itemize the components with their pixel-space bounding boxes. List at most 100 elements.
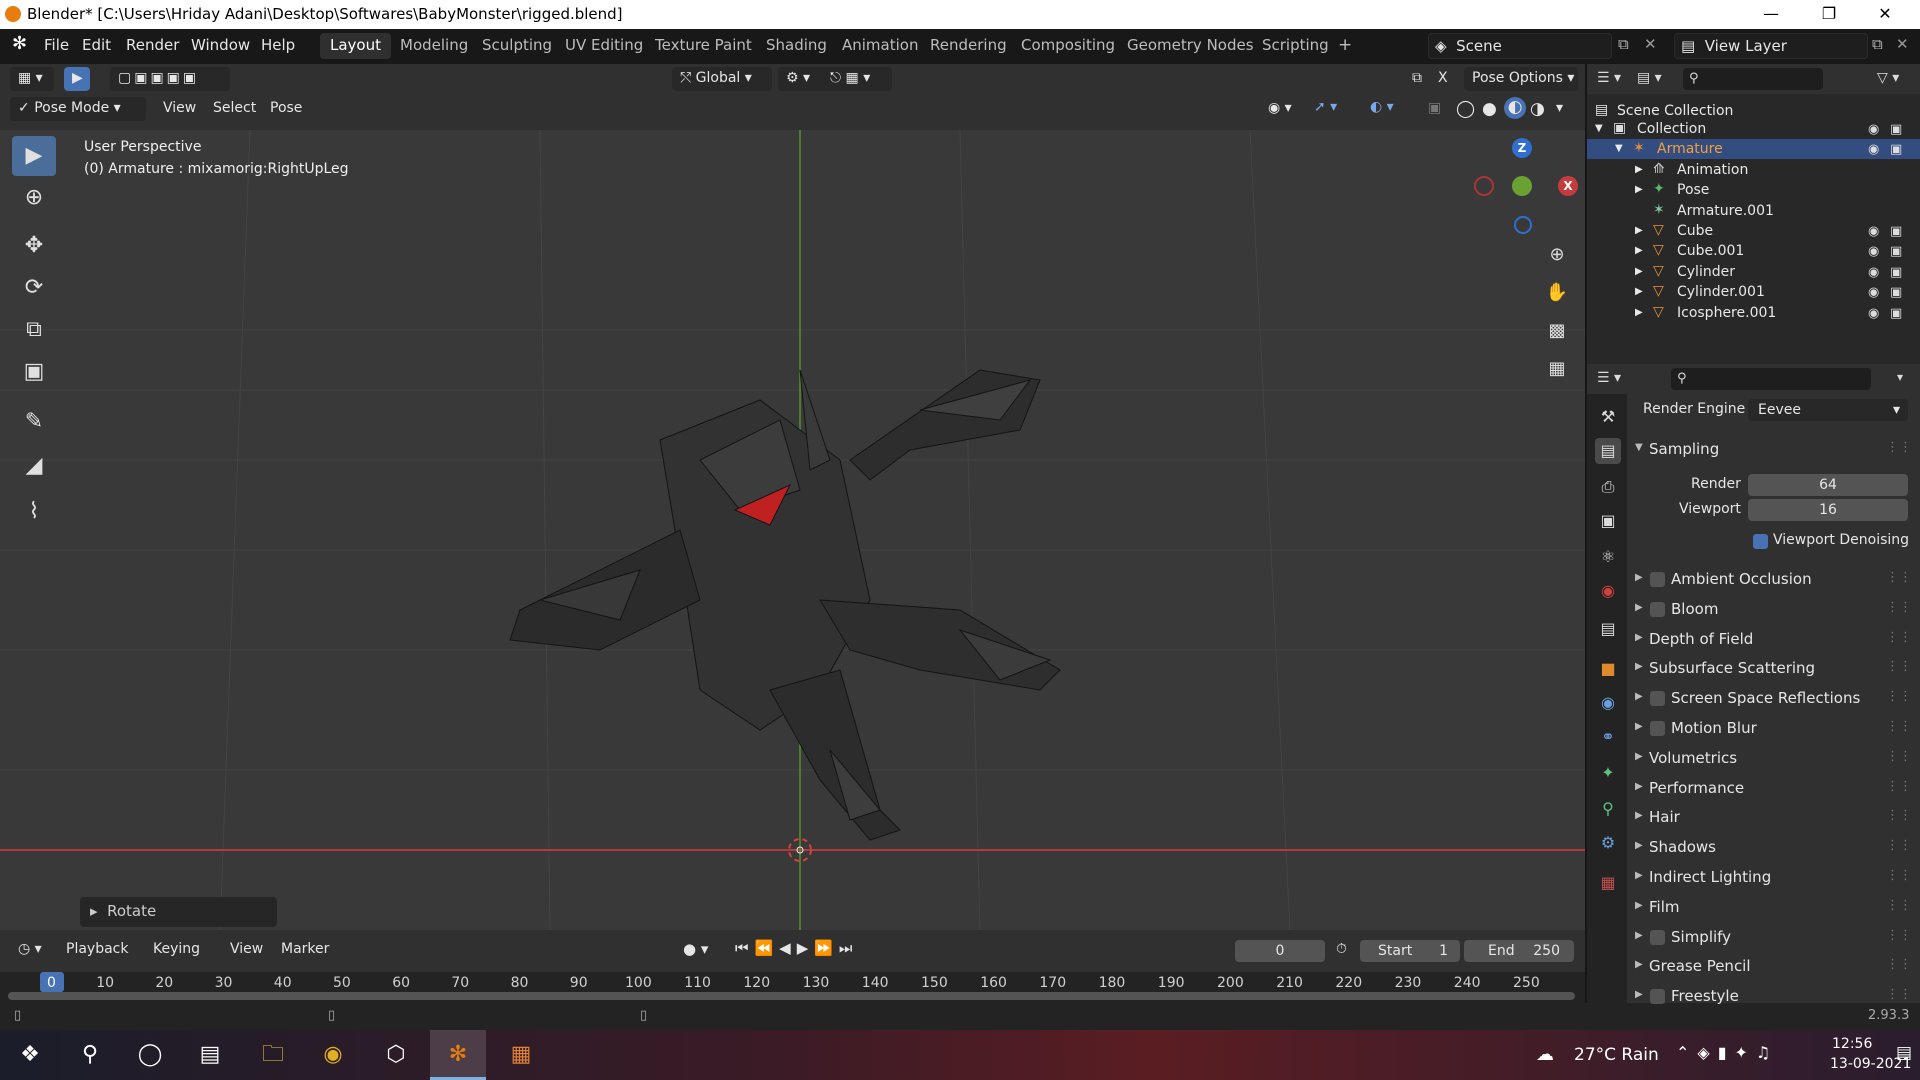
ortho-grid-icon[interactable]: ▦ xyxy=(1540,352,1574,386)
expand-toggle-icon[interactable]: ▼ xyxy=(1595,123,1603,134)
scale-tool-icon[interactable]: ⧉ xyxy=(12,310,56,350)
tab-animation[interactable]: Animation xyxy=(832,33,928,59)
unity-icon[interactable]: ⬡ xyxy=(368,1030,424,1080)
notifications-icon[interactable]: ▤ xyxy=(1896,1043,1912,1063)
menu-select[interactable]: Select xyxy=(213,100,256,116)
add-workspace-icon[interactable]: + xyxy=(1332,33,1358,59)
drag-handle-icon[interactable]: ⋮⋮ xyxy=(1886,808,1912,823)
render-camera-icon[interactable]: ▣ xyxy=(1890,224,1902,239)
visibility-eye-icon[interactable]: ◉ xyxy=(1868,244,1879,259)
render-camera-icon[interactable]: ▣ xyxy=(1890,306,1902,321)
panel-grease-pencil[interactable]: ▶ Grease Pencil ⋮⋮ xyxy=(1627,953,1920,981)
cortana-icon[interactable]: ◯ xyxy=(122,1030,178,1080)
visibility-eye-icon[interactable]: ◉ xyxy=(1868,142,1879,157)
blender-taskbar-icon[interactable]: ✻ xyxy=(430,1030,486,1080)
navigation-gizmo[interactable]: Z X xyxy=(1470,130,1580,240)
drag-handle-icon[interactable]: ⋮⋮ xyxy=(1886,898,1912,913)
output-tab-icon[interactable]: ⎙ xyxy=(1595,474,1621,500)
drag-handle-icon[interactable]: ⋮⋮ xyxy=(1886,868,1912,883)
shading-options-icon[interactable]: ▾ xyxy=(1556,100,1563,116)
visibility-eye-icon[interactable]: ◉ xyxy=(1868,285,1879,300)
move-tool-icon[interactable]: ✥ xyxy=(12,226,56,266)
panel-enable-checkbox[interactable] xyxy=(1650,989,1665,1005)
tray-icons[interactable]: ⌃◈▮✦♫ xyxy=(1676,1043,1778,1062)
visibility-icon[interactable]: ◉ ▾ xyxy=(1268,100,1292,116)
gizmo-neg-z[interactable] xyxy=(1514,216,1532,234)
properties-editor-type-icon[interactable]: ☰ ▾ xyxy=(1597,370,1621,386)
panel-motion-blur[interactable]: ▶ Motion Blur ⋮⋮ xyxy=(1627,715,1920,743)
visibility-eye-icon[interactable]: ◉ xyxy=(1868,224,1879,239)
blender-menu-icon[interactable]: ✻ xyxy=(12,33,27,54)
delete-view-layer-icon[interactable]: ✕ xyxy=(1896,35,1909,53)
visibility-eye-icon[interactable]: ◉ xyxy=(1868,265,1879,280)
render-camera-icon[interactable]: ▣ xyxy=(1890,244,1902,259)
measure-tool-icon[interactable]: ◢ xyxy=(12,446,56,486)
xray-icon[interactable]: ▣ xyxy=(1428,100,1441,116)
gizmo-y-axis[interactable] xyxy=(1512,176,1532,196)
drag-handle-icon[interactable]: ⋮⋮ xyxy=(1886,630,1912,645)
stopwatch-icon[interactable]: ⏱ xyxy=(1336,941,1347,957)
collection-tab-icon[interactable]: ▤ xyxy=(1595,616,1621,642)
select-mode-icons[interactable]: ▢▣▣▣▣ xyxy=(110,67,230,91)
panel-enable-checkbox[interactable] xyxy=(1650,721,1665,736)
panel-enable-checkbox[interactable] xyxy=(1650,601,1665,617)
tab-modeling[interactable]: Modeling xyxy=(390,33,478,59)
expand-toggle-icon[interactable]: ▼ xyxy=(1615,143,1623,154)
panel-ambient-occlusion[interactable]: ▶ Ambient Occlusion ⋮⋮ xyxy=(1627,566,1920,594)
menu-timeline-view[interactable]: View xyxy=(230,941,263,957)
drag-handle-icon[interactable]: ⋮⋮ xyxy=(1886,440,1912,455)
app-taskbar-icon[interactable]: ▦ xyxy=(493,1030,549,1080)
outliner-editor-type-icon[interactable]: ☰ ▾ xyxy=(1597,70,1621,86)
physics-tab-icon[interactable]: ◉ xyxy=(1595,690,1621,716)
constraints-tab-icon[interactable]: ⚭ xyxy=(1595,724,1621,750)
drag-handle-icon[interactable]: ⋮⋮ xyxy=(1886,570,1912,585)
menu-help[interactable]: Help xyxy=(261,36,295,54)
gizmo-neg-x[interactable] xyxy=(1474,176,1494,196)
pose-options-dropdown[interactable]: Pose Options ▾ xyxy=(1464,67,1578,91)
panel-bloom[interactable]: ▶ Bloom ⋮⋮ xyxy=(1627,596,1920,624)
panel-enable-checkbox[interactable] xyxy=(1650,929,1665,945)
annotate-tool-icon[interactable]: ✎ xyxy=(12,402,56,442)
visibility-eye-icon[interactable]: ◉ xyxy=(1868,306,1879,321)
tab-rendering[interactable]: Rendering xyxy=(920,33,1017,59)
render-camera-icon[interactable]: ▣ xyxy=(1890,142,1902,157)
expand-toggle-icon[interactable]: ▶ xyxy=(1635,184,1643,195)
panel-depth-of-field[interactable]: ▶ Depth of Field ⋮⋮ xyxy=(1627,626,1920,654)
visibility-eye-icon[interactable]: ◉ xyxy=(1868,122,1879,137)
playback-controls[interactable]: ⏮⏪◀▶⏩⏭ xyxy=(735,939,858,957)
pan-hand-icon[interactable]: ✋ xyxy=(1540,276,1574,310)
outliner-row-armature[interactable]: ▼ ✶ Armature ◉ ▣ xyxy=(1587,139,1920,160)
expand-toggle-icon[interactable]: ▶ xyxy=(1635,286,1643,297)
x-mirror-icon[interactable]: X xyxy=(1438,70,1448,86)
render-camera-icon[interactable]: ▣ xyxy=(1890,265,1902,280)
outliner-row-animation[interactable]: ▶ ⟰ Animation xyxy=(1587,160,1920,180)
pivot-point-icon[interactable]: ⚙ ▾ xyxy=(778,67,828,91)
select-box-icon[interactable]: ▶ xyxy=(64,67,90,91)
transform-affect-icon[interactable]: ⧉ xyxy=(1412,70,1422,86)
3d-viewport[interactable]: ▶ ⊕ ✥ ⟳ ⧉ ▣ ✎ ◢ ⌇ User Perspective (0) A… xyxy=(0,130,1585,930)
render-tab-icon[interactable]: ▤ xyxy=(1595,438,1621,464)
start-icon[interactable]: ❖ xyxy=(2,1030,58,1080)
gizmo-icon[interactable]: ➚ ▾ xyxy=(1314,99,1337,115)
outliner-row-icosphere-001[interactable]: ▶ ▽ Icosphere.001 ◉ ▣ xyxy=(1587,303,1920,323)
shading-material-icon[interactable]: ◐ xyxy=(1504,97,1526,119)
end-frame-field[interactable]: End 250 xyxy=(1464,940,1574,962)
clock-time[interactable]: 12:56 xyxy=(1832,1036,1872,1052)
viewport-denoising-checkbox[interactable] xyxy=(1753,534,1768,549)
drag-handle-icon[interactable]: ⋮⋮ xyxy=(1886,659,1912,674)
render-camera-icon[interactable]: ▣ xyxy=(1890,122,1902,137)
properties-options-icon[interactable]: ▾ xyxy=(1897,370,1903,384)
render-samples-field[interactable]: 64 xyxy=(1748,474,1908,496)
panel-indirect-lighting[interactable]: ▶ Indirect Lighting ⋮⋮ xyxy=(1627,864,1920,892)
cursor-tool-icon[interactable]: ⊕ xyxy=(12,178,56,218)
tab-shading[interactable]: Shading xyxy=(756,33,837,59)
panel-simplify[interactable]: ▶ Simplify ⋮⋮ xyxy=(1627,924,1920,952)
outliner-row-cylinder-001[interactable]: ▶ ▽ Cylinder.001 ◉ ▣ xyxy=(1587,282,1920,302)
current-frame-field[interactable]: 0 xyxy=(1235,940,1325,962)
select-tool-icon[interactable]: ▶ xyxy=(12,136,56,176)
drag-handle-icon[interactable]: ⋮⋮ xyxy=(1886,749,1912,764)
expand-toggle-icon[interactable]: ▶ xyxy=(1635,245,1643,256)
outliner-row-pose[interactable]: ▶ ✦ Pose xyxy=(1587,180,1920,200)
expand-toggle-icon[interactable]: ▶ xyxy=(1635,307,1643,318)
outliner-row-armature-001[interactable]: ✶ Armature.001 xyxy=(1587,201,1920,221)
